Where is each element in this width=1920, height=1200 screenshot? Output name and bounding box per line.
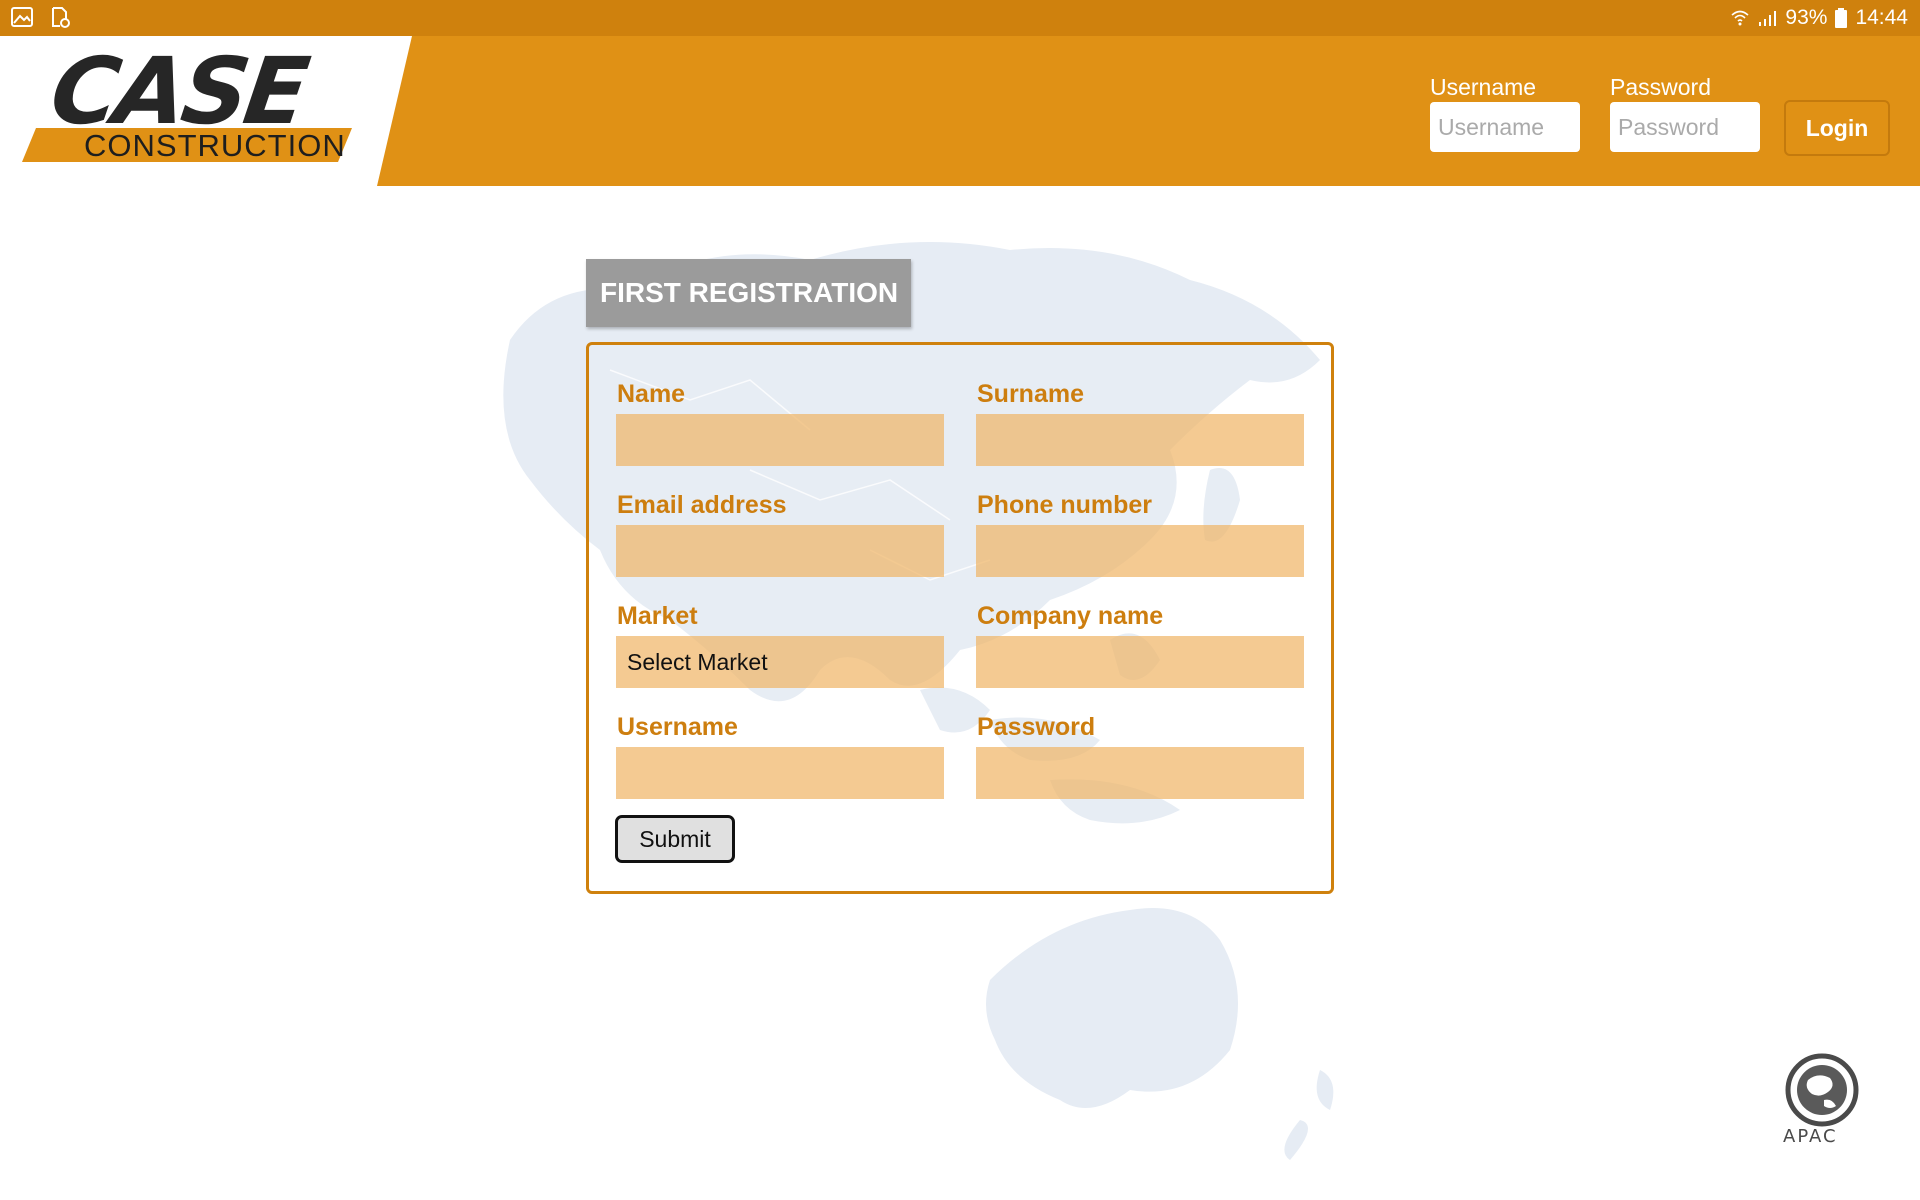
company-field[interactable] [976, 636, 1304, 688]
login-button[interactable]: Login [1784, 100, 1890, 156]
battery-icon [1835, 8, 1848, 28]
name-label: Name [617, 380, 686, 408]
apac-label: APAC [1783, 1126, 1838, 1147]
username-label: Username [617, 713, 738, 741]
app-header: CASE CONSTRUCTION Username Password Logi… [0, 36, 1920, 186]
market-select[interactable]: Select Market [616, 636, 944, 688]
phone-field[interactable] [976, 525, 1304, 577]
password-field[interactable] [976, 747, 1304, 799]
registration-title: FIRST REGISTRATION [586, 259, 911, 327]
password-label: Password [977, 713, 1096, 741]
company-label: Company name [977, 602, 1164, 630]
status-right: 93% 14:44 [1731, 6, 1908, 30]
logo-brand: CASE [44, 38, 312, 145]
header-username-label: Username [1430, 74, 1537, 100]
header-password-label: Password [1610, 74, 1711, 100]
battery-percent: 93% [1785, 6, 1828, 29]
market-label: Market [617, 602, 698, 630]
logo-sub: CONSTRUCTION [84, 128, 346, 163]
signal-icon [1759, 11, 1777, 26]
image-icon [11, 7, 33, 27]
case-logo: CASE CONSTRUCTION [0, 36, 412, 186]
status-left-icons [10, 6, 72, 28]
header-password-input[interactable] [1610, 102, 1760, 152]
email-label: Email address [617, 491, 787, 519]
name-field[interactable] [616, 414, 944, 466]
email-field[interactable] [616, 525, 944, 577]
surname-field[interactable] [976, 414, 1304, 466]
header-username-input[interactable] [1430, 102, 1580, 152]
phone-label: Phone number [977, 491, 1153, 519]
doc-settings-icon [52, 7, 70, 28]
username-field[interactable] [616, 747, 944, 799]
submit-button[interactable]: Submit [615, 815, 735, 863]
status-time: 14:44 [1855, 6, 1908, 29]
status-bar: 93% 14:44 [0, 0, 1920, 36]
wifi-icon [1731, 10, 1749, 26]
surname-label: Surname [977, 380, 1084, 408]
